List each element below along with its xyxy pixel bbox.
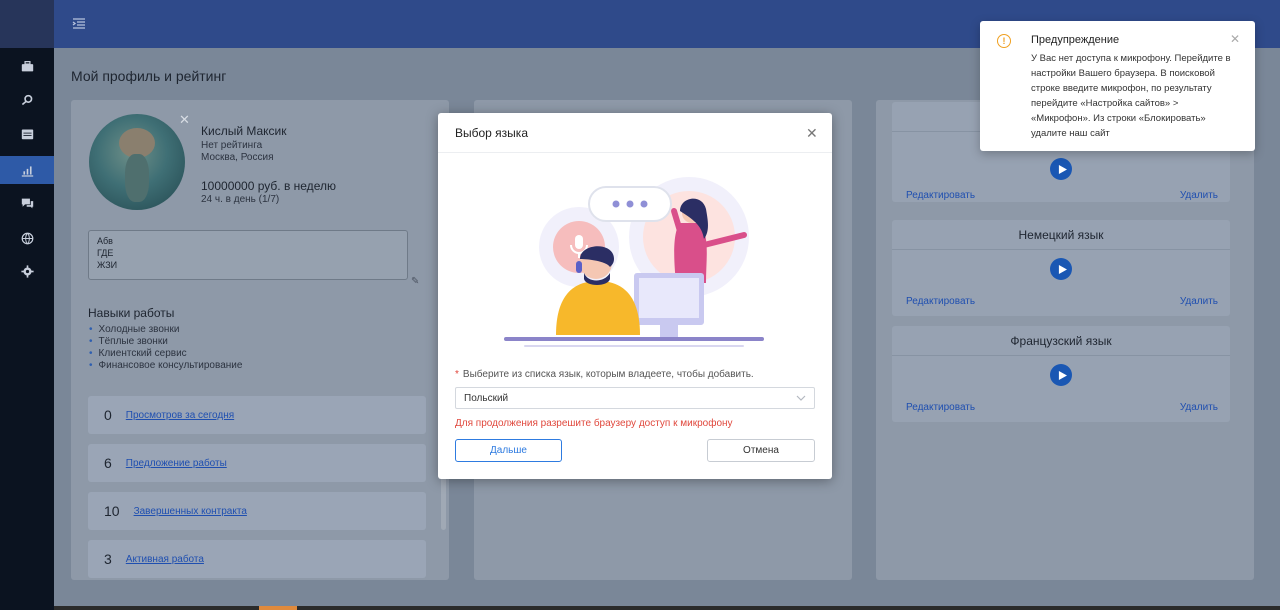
- pencil-icon[interactable]: ✎: [411, 276, 419, 287]
- edit-link[interactable]: Редактировать: [906, 296, 975, 307]
- menu-toggle-icon[interactable]: [72, 18, 86, 30]
- play-icon[interactable]: [1050, 258, 1072, 280]
- language-name: Французский язык: [892, 326, 1230, 356]
- language-modal: Выбор языка ✕ * Выберите из списка язык, …: [438, 113, 832, 479]
- language-name: Немецкий язык: [892, 220, 1230, 250]
- taskbar-indicator: [259, 606, 297, 610]
- sidebar-item-chat[interactable]: [0, 189, 54, 217]
- about-textbox[interactable]: Абв ГДЕ ЖЗИ: [88, 230, 408, 280]
- play-icon[interactable]: [1050, 158, 1072, 180]
- play-icon[interactable]: [1050, 364, 1072, 386]
- notification-text: У Вас нет доступа к микрофону. Перейдите…: [1031, 53, 1231, 139]
- language-actions: Редактировать Удалить: [906, 402, 1218, 413]
- next-button[interactable]: Дальше: [455, 439, 562, 462]
- calendar-icon: [21, 128, 33, 139]
- sidebar-item-search[interactable]: [0, 86, 54, 114]
- sidebar: [0, 0, 54, 610]
- microphone-error: Для продолжения разрешите браузеру досту…: [455, 418, 733, 429]
- about-line: Абв: [97, 236, 113, 246]
- profile-rating: Нет рейтинга: [201, 140, 263, 151]
- stat-number: 6: [104, 455, 112, 471]
- language-actions: Редактировать Удалить: [906, 190, 1218, 201]
- close-icon[interactable]: ✕: [179, 112, 190, 128]
- language-select[interactable]: Польский: [455, 387, 815, 409]
- modal-header: Выбор языка ✕: [438, 113, 832, 153]
- skills-list: Холодные звонки Тёплые звонки Клиентский…: [89, 324, 243, 372]
- skill-item: Тёплые звонки: [89, 336, 242, 348]
- sidebar-item-briefcase[interactable]: [0, 52, 54, 80]
- profile-hours: 24 ч. в день (1/7): [201, 194, 280, 205]
- avatar: [89, 114, 185, 210]
- delete-link[interactable]: Удалить: [1180, 402, 1218, 413]
- about-line: ГДЕ: [97, 248, 114, 258]
- stat-views-today: 0 Просмотров за сегодня: [88, 396, 426, 434]
- language-block: Немецкий язык Редактировать Удалить: [892, 220, 1230, 316]
- stat-link[interactable]: Завершенных контракта: [134, 506, 247, 517]
- languages-card: Редактировать Удалить Немецкий язык Реда…: [876, 100, 1254, 580]
- edit-link[interactable]: Редактировать: [906, 190, 975, 201]
- cancel-button[interactable]: Отмена: [707, 439, 815, 462]
- stat-number: 3: [104, 551, 112, 567]
- stat-number: 0: [104, 407, 112, 423]
- briefcase-icon: [21, 60, 33, 71]
- sidebar-item-globe[interactable]: [0, 224, 54, 252]
- globe-icon: [21, 232, 33, 244]
- page-title: Мой профиль и рейтинг: [71, 68, 227, 84]
- notification-title: Предупреждение: [1031, 34, 1120, 46]
- stat-link[interactable]: Предложение работы: [126, 458, 227, 469]
- skill-item: Финансовое консультирование: [89, 360, 243, 372]
- skills-title: Навыки работы: [88, 306, 175, 320]
- stat-active-work: 3 Активная работа: [88, 540, 426, 578]
- stat-completed-contracts: 10 Завершенных контракта: [88, 492, 426, 530]
- profile-price: 10000000 руб. в неделю: [201, 179, 336, 193]
- modal-title: Выбор языка: [455, 126, 528, 140]
- skill-item: Клиентский сервис: [89, 348, 242, 360]
- chat-icon: [21, 198, 33, 208]
- chevron-down-icon: [796, 393, 806, 403]
- sidebar-item-settings[interactable]: [0, 257, 54, 285]
- warning-icon: !: [997, 34, 1011, 48]
- edit-link[interactable]: Редактировать: [906, 402, 975, 413]
- profile-card: ✕ Кислый Максик Нет рейтинга Москва, Рос…: [71, 100, 449, 580]
- profile-location: Москва, Россия: [201, 152, 274, 163]
- language-actions: Редактировать Удалить: [906, 296, 1218, 307]
- stat-number: 10: [104, 503, 120, 519]
- close-icon[interactable]: ✕: [806, 125, 818, 142]
- sidebar-item-rating[interactable]: [0, 156, 54, 184]
- sidebar-item-calendar[interactable]: [0, 119, 54, 147]
- profile-name: Кислый Максик: [201, 124, 287, 138]
- taskbar-strip: [54, 606, 1280, 610]
- warning-notification: ! Предупреждение У Вас нет доступа к мик…: [980, 21, 1255, 151]
- about-line: ЖЗИ: [97, 260, 118, 270]
- stat-link[interactable]: Просмотров за сегодня: [126, 410, 234, 421]
- stat-job-offers: 6 Предложение работы: [88, 444, 426, 482]
- chart-icon: [21, 165, 33, 177]
- search-person-icon: [21, 94, 32, 105]
- close-icon[interactable]: ✕: [1230, 32, 1240, 46]
- hint-text: Выберите из списка язык, которым владеет…: [462, 369, 754, 380]
- gear-icon: [20, 264, 34, 278]
- required-marker: *: [455, 369, 459, 380]
- language-select-value: Польский: [464, 392, 509, 404]
- delete-link[interactable]: Удалить: [1180, 190, 1218, 201]
- stat-link[interactable]: Активная работа: [126, 554, 204, 565]
- delete-link[interactable]: Удалить: [1180, 296, 1218, 307]
- support-illustration: [504, 177, 764, 347]
- sidebar-logo-area: [0, 0, 54, 48]
- skill-item: Холодные звонки: [89, 324, 242, 336]
- language-block: Французский язык Редактировать Удалить: [892, 326, 1230, 422]
- language-hint: * Выберите из списка язык, которым владее…: [455, 369, 754, 380]
